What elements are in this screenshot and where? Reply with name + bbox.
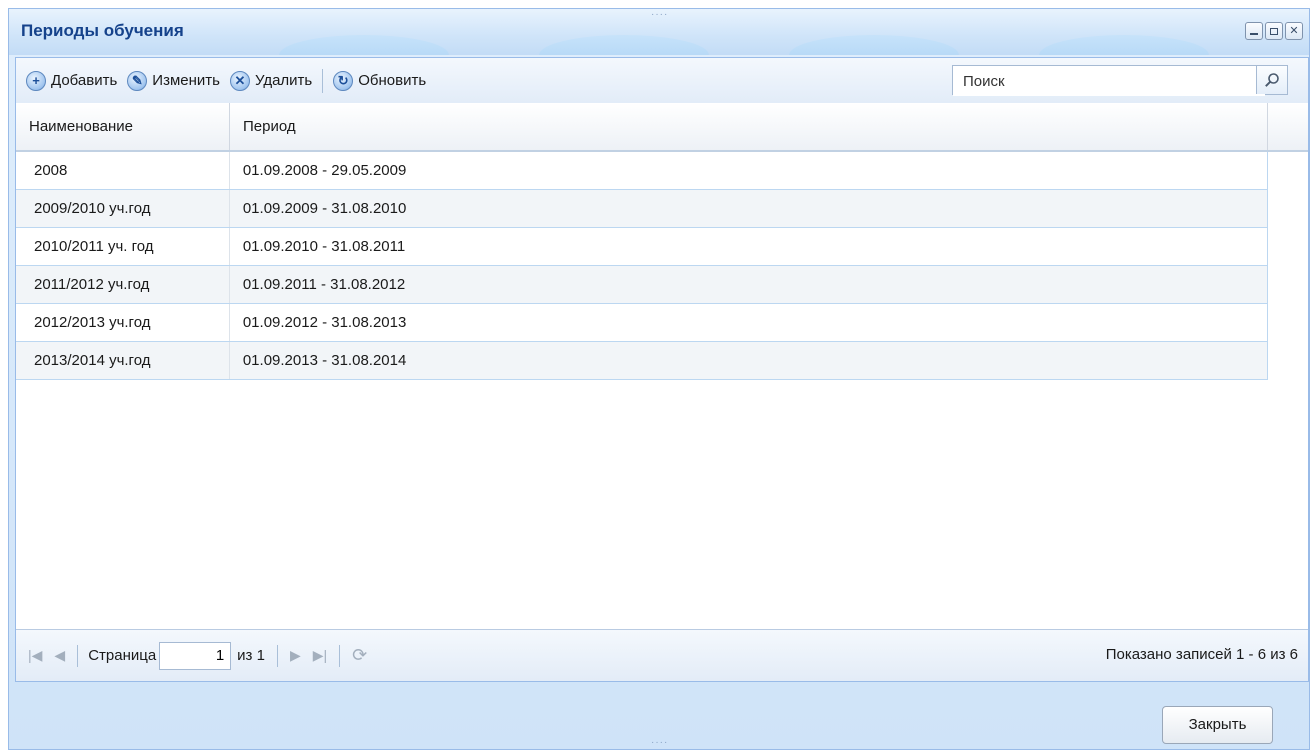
delete-button[interactable]: ✕ Удалить bbox=[229, 70, 313, 91]
cell-period: 01.09.2013 - 31.08.2014 bbox=[242, 352, 407, 369]
plus-icon: + bbox=[26, 70, 46, 91]
cell-name: 2010/2011 уч. год bbox=[16, 228, 230, 265]
next-page-icon[interactable]: ▶ bbox=[290, 647, 301, 664]
pager-separator bbox=[339, 644, 341, 667]
reload-icon[interactable]: ⟳ bbox=[352, 645, 367, 666]
cell-name: 2011/2012 уч.год bbox=[16, 266, 230, 303]
edit-button[interactable]: ✎ Изменить bbox=[127, 70, 220, 91]
cell-period: 01.09.2010 - 31.08.2011 bbox=[242, 238, 406, 255]
page-number-input[interactable] bbox=[159, 641, 232, 670]
search-box bbox=[952, 65, 1288, 96]
cell-period: 01.09.2011 - 31.08.2012 bbox=[242, 276, 406, 293]
search-input[interactable] bbox=[953, 66, 1265, 96]
cell-name: 2013/2014 уч.год bbox=[16, 342, 230, 379]
edit-button-label: Изменить bbox=[152, 72, 220, 89]
refresh-button-label: Обновить bbox=[358, 72, 427, 89]
pager-separator bbox=[77, 644, 79, 667]
cell-period: 01.09.2009 - 31.08.2010 bbox=[242, 200, 407, 217]
paging-toolbar: |◀ ◀ Страница из 1 ▶ ▶| ⟳ Показано запис… bbox=[16, 629, 1308, 681]
refresh-icon: ↻ bbox=[333, 70, 354, 91]
add-button[interactable]: + Добавить bbox=[26, 70, 118, 91]
resize-handle-bottom[interactable]: ···· bbox=[651, 737, 668, 748]
add-button-label: Добавить bbox=[51, 72, 118, 89]
prev-page-icon[interactable]: ◀ bbox=[54, 647, 65, 664]
maximize-icon[interactable] bbox=[1265, 22, 1283, 40]
grid-body: 2008 01.09.2008 - 29.05.2009 2009/2010 у… bbox=[16, 152, 1268, 380]
cell-period: 01.09.2012 - 31.08.2013 bbox=[242, 314, 407, 331]
page-count-label: из 1 bbox=[237, 647, 265, 664]
cell-name: 2012/2013 уч.год bbox=[16, 304, 230, 341]
toolbar-separator bbox=[322, 68, 324, 93]
pager-separator bbox=[276, 644, 278, 667]
window-title: Периоды обучения bbox=[21, 21, 184, 40]
column-header-period[interactable]: Период bbox=[230, 103, 1268, 150]
table-row[interactable]: 2008 01.09.2008 - 29.05.2009 bbox=[16, 152, 1268, 190]
close-icon[interactable]: ✕ bbox=[1285, 22, 1303, 40]
resize-handle-top[interactable]: ···· bbox=[651, 9, 668, 20]
table-row[interactable]: 2011/2012 уч.год 01.09.2011 - 31.08.2012 bbox=[16, 266, 1268, 304]
cell-name: 2008 bbox=[16, 152, 230, 189]
close-button[interactable]: Закрыть bbox=[1162, 706, 1273, 744]
periods-grid-panel: + Добавить ✎ Изменить ✕ Удалить ↻ Обнови… bbox=[15, 57, 1309, 682]
grid-header: Наименование Период bbox=[16, 103, 1308, 152]
last-page-icon[interactable]: ▶| bbox=[313, 647, 327, 664]
delete-button-label: Удалить bbox=[254, 72, 313, 89]
page-label: Страница bbox=[88, 647, 157, 664]
minimize-icon[interactable] bbox=[1245, 22, 1263, 40]
cell-name: 2009/2010 уч.год bbox=[16, 190, 230, 227]
records-info: Показано записей 1 - 6 из 6 bbox=[1105, 646, 1298, 663]
refresh-button[interactable]: ↻ Обновить bbox=[333, 70, 427, 91]
table-row[interactable]: 2012/2013 уч.год 01.09.2012 - 31.08.2013 bbox=[16, 304, 1268, 342]
table-row[interactable]: 2009/2010 уч.год 01.09.2009 - 31.08.2010 bbox=[16, 190, 1268, 228]
toolbar: + Добавить ✎ Изменить ✕ Удалить ↻ Обнови… bbox=[16, 58, 1308, 104]
table-row[interactable]: 2010/2011 уч. год 01.09.2010 - 31.08.201… bbox=[16, 228, 1268, 266]
cell-period: 01.09.2008 - 29.05.2009 bbox=[242, 162, 407, 179]
pencil-icon: ✎ bbox=[127, 70, 148, 91]
delete-icon: ✕ bbox=[229, 70, 250, 91]
table-row[interactable]: 2013/2014 уч.год 01.09.2013 - 31.08.2014 bbox=[16, 342, 1268, 380]
column-header-name[interactable]: Наименование bbox=[16, 103, 230, 150]
search-icon[interactable] bbox=[1256, 66, 1287, 94]
first-page-icon[interactable]: |◀ bbox=[28, 647, 42, 664]
